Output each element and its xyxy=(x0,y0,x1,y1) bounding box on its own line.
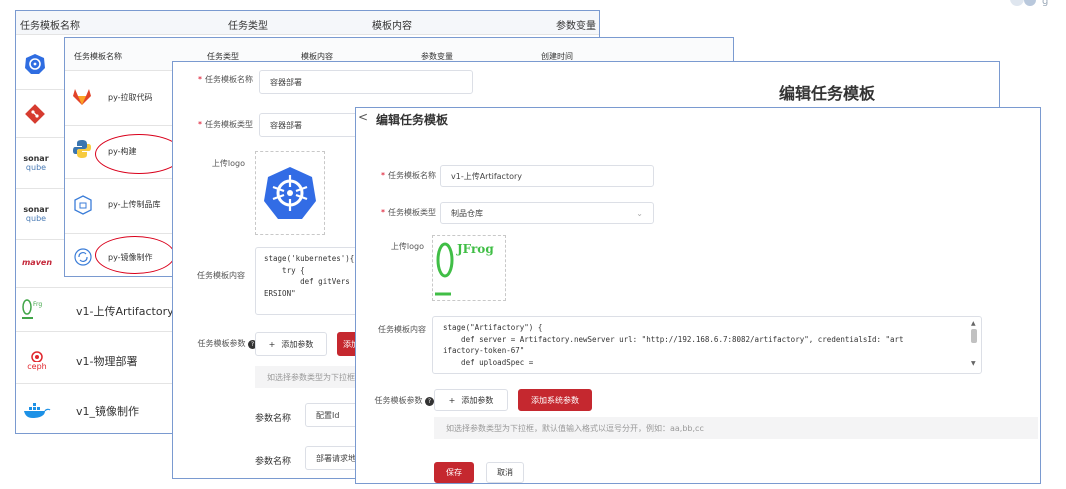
params-label: 任务模板参数 ? xyxy=(177,338,257,349)
decor-dots: g xyxy=(1010,0,1066,14)
name-label: * 任务模板名称 xyxy=(198,75,253,84)
col-name: 任务模板名称 xyxy=(20,21,80,32)
help-icon: ? xyxy=(425,397,434,406)
back-icon[interactable]: < xyxy=(358,110,368,124)
highlight-oval xyxy=(95,236,175,274)
param-name-label: 参数名称 xyxy=(255,457,292,467)
ceph-icon: ceph xyxy=(22,347,52,373)
row-name: v1-物理部署 xyxy=(76,355,138,368)
add-param-button[interactable]: + 添加参数 xyxy=(434,389,508,411)
editor-scrollbar[interactable]: ▲ ▼ xyxy=(969,320,978,368)
row-name: py-上传制品库 xyxy=(108,200,161,209)
chevron-down-icon: ⌄ xyxy=(636,208,643,218)
package-icon xyxy=(73,194,93,216)
row-name: v1-上传Artifactory xyxy=(76,305,174,318)
col-params: 参数变量 xyxy=(556,21,596,32)
svg-text:Frg: Frg xyxy=(33,301,42,308)
jfrog-icon: Frg xyxy=(20,297,46,321)
col-content: 模板内容 xyxy=(372,21,412,32)
row-name: py-拉取代码 xyxy=(108,93,153,102)
type-select[interactable]: 制品仓库 ⌄ xyxy=(440,202,654,224)
python-icon xyxy=(71,138,93,160)
params-label: 任务模板参数 ? xyxy=(360,395,434,406)
gitlab-icon xyxy=(71,86,93,108)
type-label: * 任务模板类型 xyxy=(381,208,436,217)
sonarqube-icon: sonar qube xyxy=(23,154,49,172)
add-system-param-button[interactable]: 添加系统参数 xyxy=(518,389,592,411)
col-name: 任务模板名称 xyxy=(74,52,122,61)
page-title: 编辑任务模板 xyxy=(779,84,876,103)
name-label: * 任务模板名称 xyxy=(381,171,436,180)
highlight-oval xyxy=(95,134,183,174)
kubernetes-icon xyxy=(22,51,48,77)
param-hint: 如选择参数类型为下拉框，默认值输入格式以逗号分开，例如：aa,bb,cc xyxy=(434,417,1038,439)
refresh-icon xyxy=(73,246,93,268)
content-label: 任务模板内容 xyxy=(197,271,245,280)
edit-artifactory-template-window: < 编辑任务模板 * 任务模板名称 v1-上传Artifactory * 任务模板类… xyxy=(355,107,1041,484)
name-input[interactable]: v1-上传Artifactory xyxy=(440,165,654,187)
save-button[interactable]: 保存 xyxy=(434,462,474,483)
maven-icon: maven xyxy=(21,257,53,267)
docker-icon xyxy=(22,401,52,421)
col-type: 任务类型 xyxy=(228,21,268,32)
kubernetes-icon xyxy=(264,167,316,219)
type-select[interactable]: 容器部署 xyxy=(259,113,359,137)
param-hint: 如选择参数类型为下拉框，默认值输入格式以逗号分开，例如：aa,bb,cc xyxy=(255,366,525,388)
type-label: * 任务模板类型 xyxy=(198,120,253,129)
row-name: v1_镜像制作 xyxy=(76,405,140,418)
logo-upload[interactable] xyxy=(255,151,325,235)
logo-label: 上传logo xyxy=(390,242,424,251)
table-header: 任务模板名称 任务类型 模板内容 参数变量 xyxy=(16,11,599,35)
content-editor[interactable]: stage('kubernetes'){ try { def gitVers ER… xyxy=(255,247,365,315)
name-input[interactable]: 容器部署 xyxy=(259,70,473,94)
param-name-label: 参数名称 xyxy=(255,414,292,424)
form-title: 编辑任务模板 xyxy=(376,113,449,127)
sonarqube-icon: sonar qube xyxy=(23,205,49,223)
content-label: 任务模板内容 xyxy=(378,325,426,334)
add-param-button[interactable]: + 添加参数 xyxy=(255,332,327,356)
logo-label: 上传logo xyxy=(211,159,245,168)
git-icon xyxy=(22,101,48,127)
logo-upload[interactable]: JFrog xyxy=(432,235,506,301)
content-editor[interactable]: stage("Artifactory") { def server = Arti… xyxy=(432,316,982,374)
cancel-button[interactable]: 取消 xyxy=(486,462,524,483)
